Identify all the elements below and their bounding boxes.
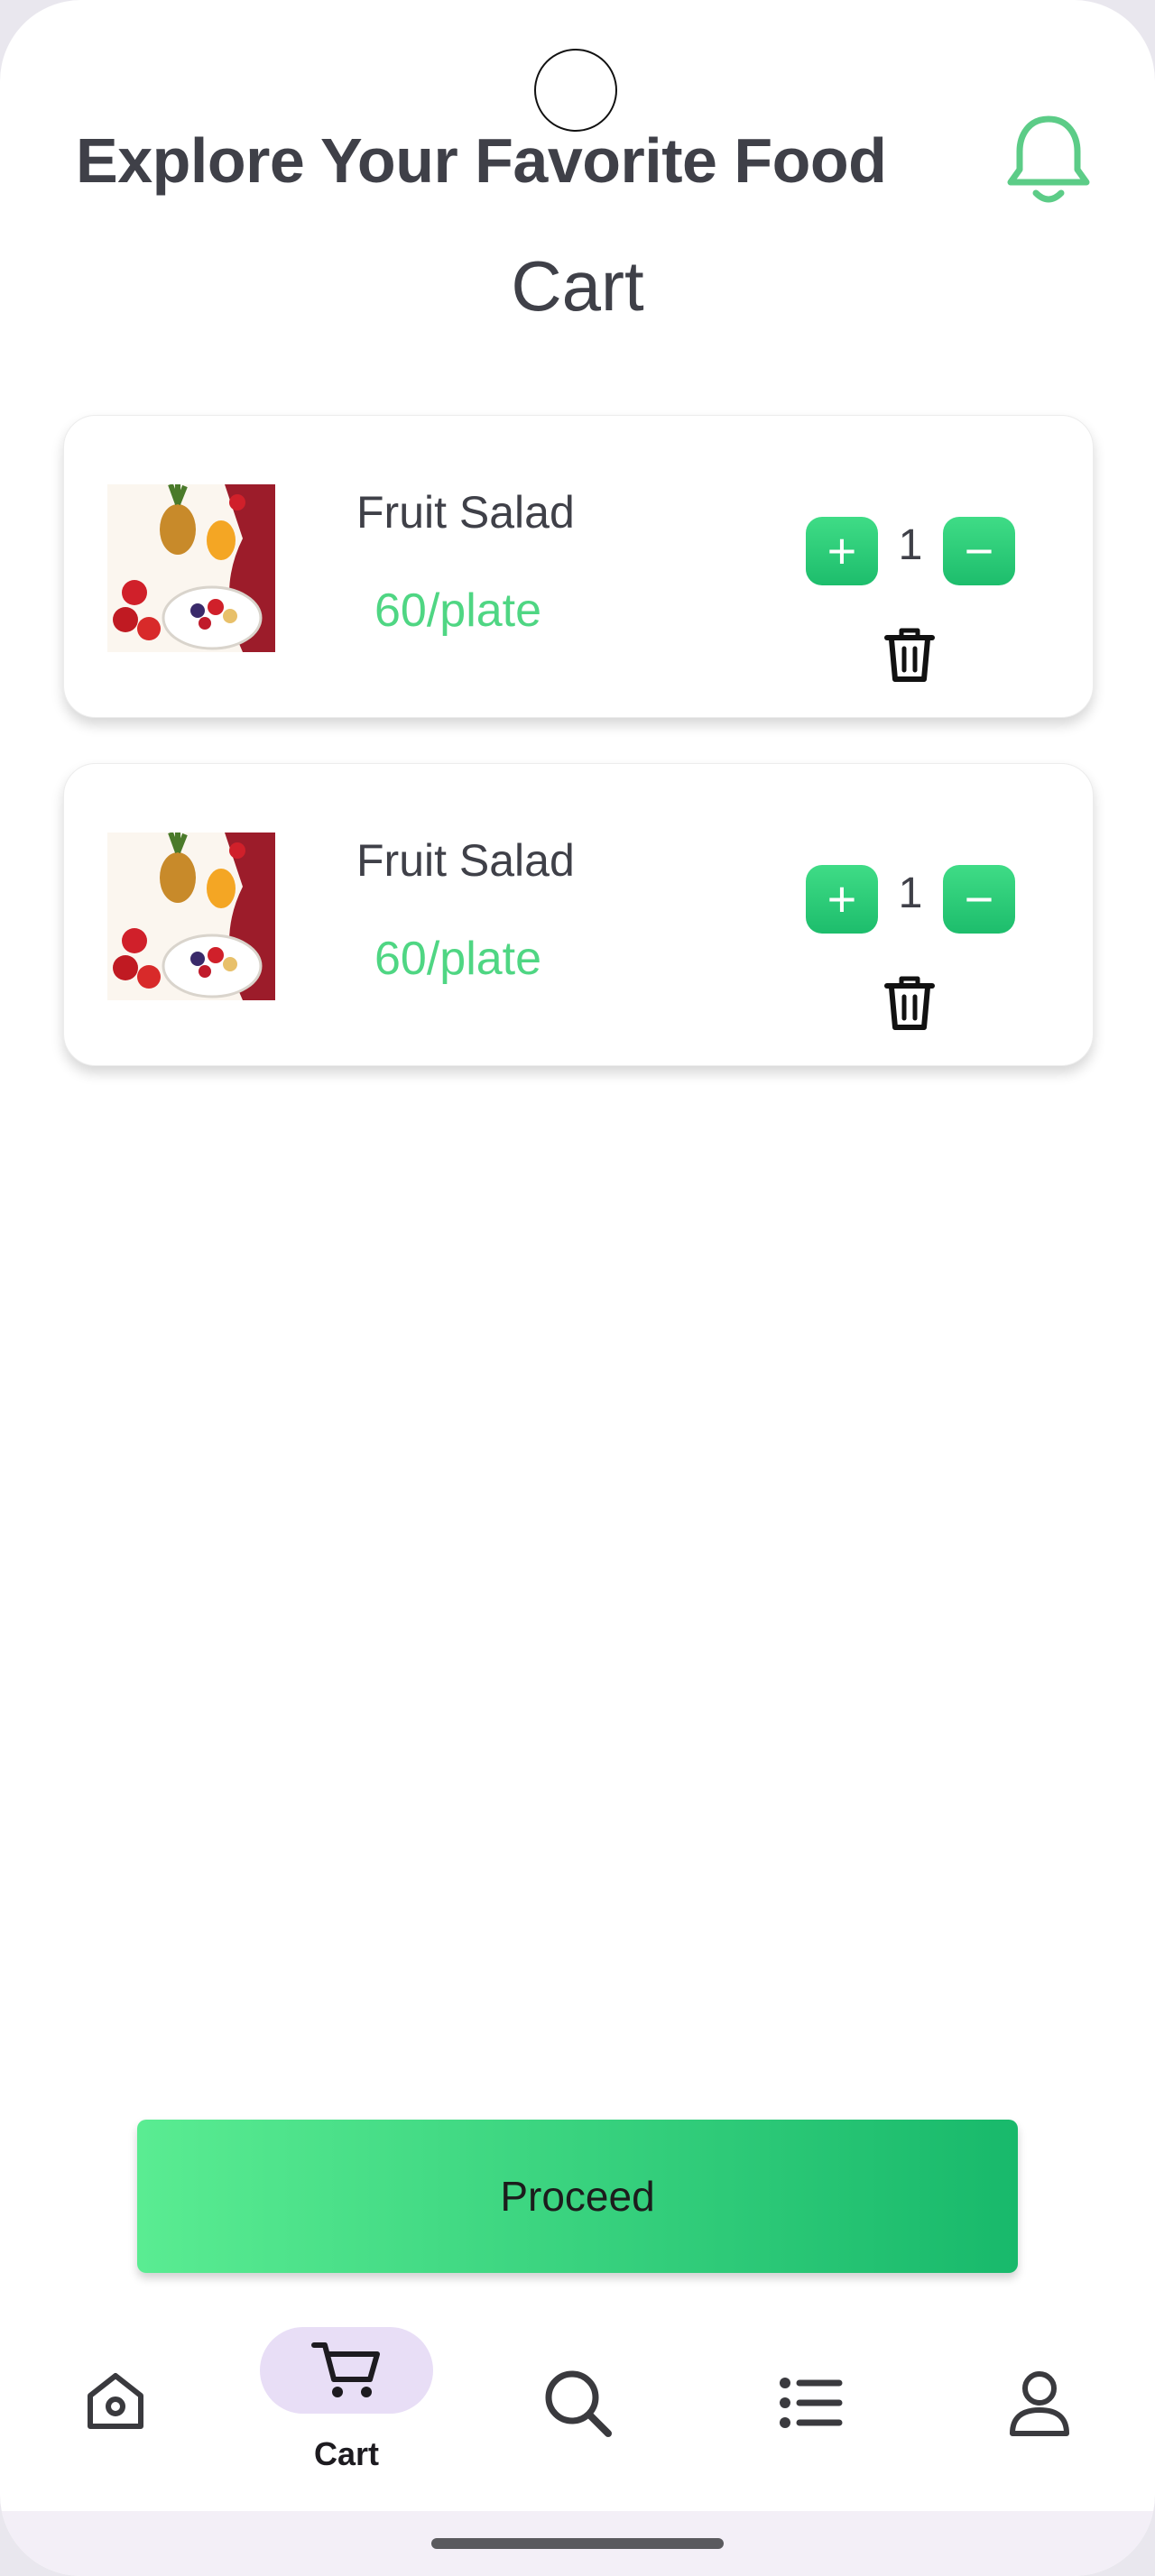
header-title: Explore Your Favorite Food xyxy=(76,125,887,196)
phone-screen: Explore Your Favorite Food Cart Fruit Sa… xyxy=(0,0,1155,2576)
search-icon[interactable] xyxy=(541,2367,614,2439)
plus-icon: + xyxy=(827,522,857,579)
plus-icon: + xyxy=(827,870,857,927)
profile-icon[interactable] xyxy=(1007,2369,1072,2437)
nav-cart-label[interactable]: Cart xyxy=(260,2435,433,2473)
camera-cutout xyxy=(534,49,617,132)
quantity-value: 1 xyxy=(898,869,923,917)
item-name: Fruit Salad xyxy=(356,835,575,886)
increase-quantity-button[interactable]: + xyxy=(806,517,878,585)
cart-item-card: Fruit Salad 60/plate + 1 − xyxy=(63,763,1094,1066)
decrease-quantity-button[interactable]: − xyxy=(943,517,1015,585)
home-indicator[interactable] xyxy=(431,2538,724,2549)
trash-icon[interactable] xyxy=(880,973,939,1033)
quantity-value: 1 xyxy=(898,521,923,569)
list-icon[interactable] xyxy=(778,2376,843,2430)
item-price: 60/plate xyxy=(374,584,542,637)
minus-icon: − xyxy=(964,870,994,927)
cart-item-card: Fruit Salad 60/plate + 1 − xyxy=(63,415,1094,718)
fruit-salad-image xyxy=(107,833,275,1000)
home-icon[interactable] xyxy=(83,2369,148,2433)
item-name: Fruit Salad xyxy=(356,487,575,538)
bell-icon[interactable] xyxy=(996,106,1101,211)
item-price: 60/plate xyxy=(374,933,542,985)
fruit-salad-image xyxy=(107,484,275,652)
page-title: Cart xyxy=(511,246,644,326)
cart-icon[interactable] xyxy=(310,2338,383,2403)
decrease-quantity-button[interactable]: − xyxy=(943,865,1015,934)
trash-icon[interactable] xyxy=(880,625,939,685)
proceed-button[interactable]: Proceed xyxy=(137,2120,1018,2273)
minus-icon: − xyxy=(964,522,994,579)
increase-quantity-button[interactable]: + xyxy=(806,865,878,934)
